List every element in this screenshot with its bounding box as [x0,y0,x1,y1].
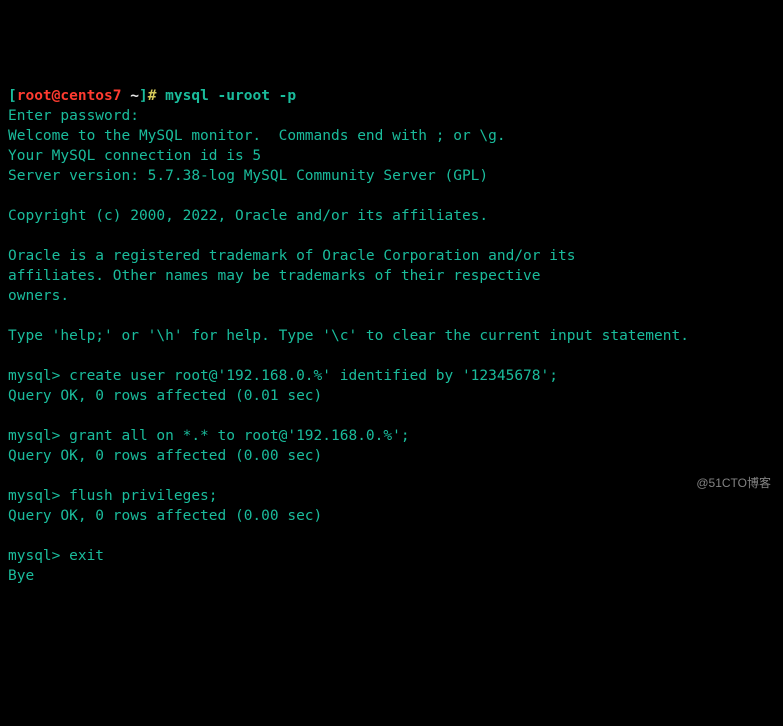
sql-grant: grant all on *.* to root@'192.168.0.%'; [69,428,409,444]
user-host: root@centos7 [17,88,122,104]
copyright-line: Copyright (c) 2000, 2022, Oracle and/or … [8,206,775,226]
mysql-prompt: mysql> [8,548,69,564]
tilde: ~ [122,88,139,104]
query-result-2: Query OK, 0 rows affected (0.00 sec) [8,446,775,466]
help-line: Type 'help;' or '\h' for help. Type '\c'… [8,326,775,346]
watermark: @51CTO博客 [696,475,771,492]
mysql-cmd-4: mysql> exit [8,546,775,566]
trademark-line-3: owners. [8,286,775,306]
mysql-prompt: mysql> [8,428,69,444]
blank-line [8,186,775,206]
blank-line [8,526,775,546]
hash: # [148,88,165,104]
bracket-close: ] [139,88,148,104]
enter-password: Enter password: [8,106,775,126]
server-version: Server version: 5.7.38-log MySQL Communi… [8,166,775,186]
sql-create-user: create user root@'192.168.0.%' identifie… [69,368,558,384]
query-result-3: Query OK, 0 rows affected (0.00 sec) [8,506,775,526]
query-result-1: Query OK, 0 rows affected (0.01 sec) [8,386,775,406]
mysql-cmd-1: mysql> create user root@'192.168.0.%' id… [8,366,775,386]
mysql-prompt: mysql> [8,368,69,384]
mysql-cmd-3: mysql> flush privileges; [8,486,775,506]
command-text: mysql -uroot -p [165,88,296,104]
terminal-output[interactable]: [root@centos7 ~]# mysql -uroot -pEnter p… [8,86,775,586]
sql-exit: exit [69,548,104,564]
sql-flush: flush privileges; [69,488,217,504]
blank-line [8,226,775,246]
blank-line [8,406,775,426]
trademark-line-1: Oracle is a registered trademark of Orac… [8,246,775,266]
blank-line [8,306,775,326]
welcome-line: Welcome to the MySQL monitor. Commands e… [8,126,775,146]
shell-prompt-line: [root@centos7 ~]# mysql -uroot -p [8,86,775,106]
mysql-cmd-2: mysql> grant all on *.* to root@'192.168… [8,426,775,446]
blank-line [8,466,775,486]
mysql-prompt: mysql> [8,488,69,504]
connection-id: Your MySQL connection id is 5 [8,146,775,166]
bracket-open: [ [8,88,17,104]
bye-line: Bye [8,566,775,586]
blank-line [8,346,775,366]
trademark-line-2: affiliates. Other names may be trademark… [8,266,775,286]
